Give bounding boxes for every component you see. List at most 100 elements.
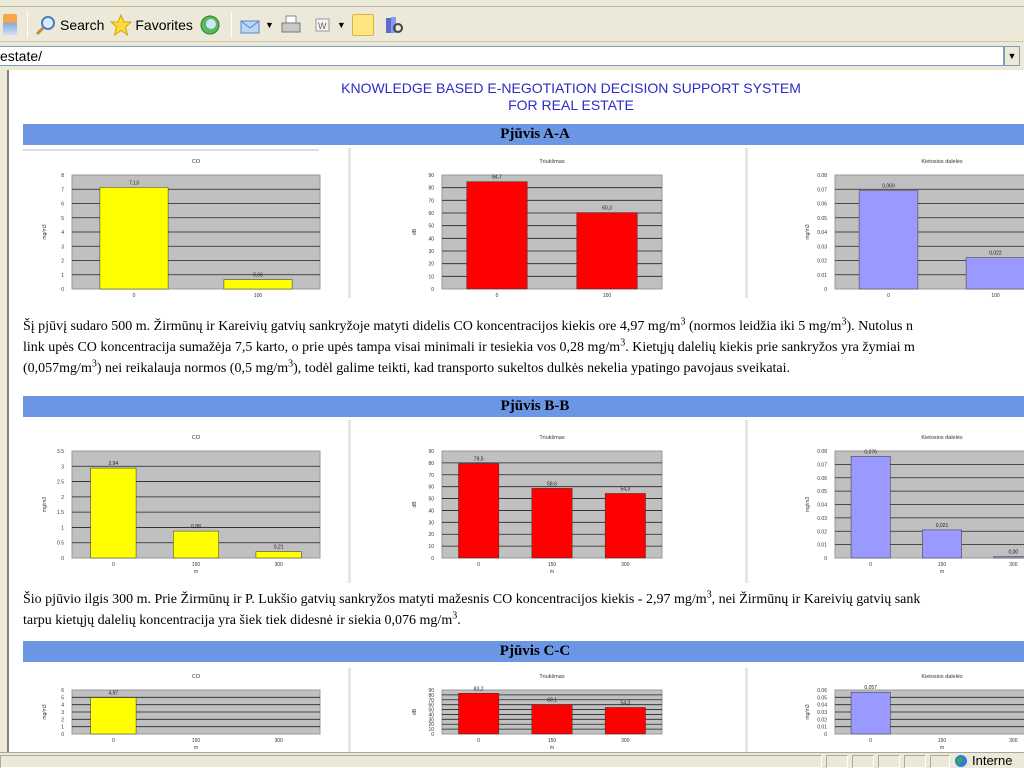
x-tick-label: 100 (991, 293, 1000, 298)
bar-chart: Kietosios dalelės00.010.020.030.040.050.… (805, 674, 1024, 751)
svg-text:W: W (318, 21, 327, 31)
y-tick-label: 10 (428, 274, 434, 280)
y-tick-label: 0.05 (817, 216, 827, 222)
chart-title: Triukšmas (539, 159, 564, 165)
y-tick-label: 0 (824, 556, 827, 562)
chart-panel: CO 0 1 2 3 4 5 6 mg/m3 0 4,97 150 300 m (23, 668, 347, 752)
print-button[interactable] (277, 10, 308, 40)
status-text-pane (0, 755, 822, 768)
y-tick-label: 80 (428, 186, 434, 192)
x-tick-label: 100 (254, 293, 263, 298)
data-label: 4,97 (108, 691, 118, 697)
favorites-button[interactable]: Favorites (107, 10, 196, 40)
y-tick-label: 0.02 (817, 717, 827, 723)
y-tick-label: 0.04 (817, 503, 827, 509)
y-tick-label: 10 (428, 544, 434, 550)
bar (850, 691, 891, 735)
frame-border (7, 70, 9, 752)
y-tick-label: 2.5 (57, 480, 64, 486)
menu-bar (0, 0, 1024, 7)
y-tick-label: 0 (61, 732, 64, 738)
search-button[interactable]: Search (32, 10, 107, 40)
bar-chart: CO 0 0.5 1 1.5 2 2.5 3 3.5 mg/m3 0 2,94 150 0,88 300 0,… (42, 435, 321, 575)
edit-button[interactable]: W ▼ (308, 10, 349, 40)
address-bar: estate/ ▼ (0, 44, 1024, 68)
y-tick-label: 4 (61, 230, 64, 236)
chart-panel: Triukšmas 0 10 20 30 40 50 60 70 80 90 dB 0 84,7 100 60… (352, 148, 744, 298)
address-input[interactable]: estate/ (0, 46, 1004, 66)
note-icon (351, 13, 374, 36)
text-segment: ), todėl galime teikti, kad transporto s… (293, 361, 791, 376)
y-tick-label: 0 (431, 287, 434, 293)
x-tick-label: 300 (621, 562, 630, 568)
chevron-down-icon[interactable]: ▼ (265, 20, 274, 30)
data-label: 0,069 (882, 184, 895, 190)
bar-chart: CO0123456mg/m304,97150 300m (42, 674, 321, 751)
y-tick-label: 8 (61, 173, 64, 179)
y-tick-label: 40 (428, 236, 434, 242)
x-tick-label: 150 (548, 738, 557, 744)
chart-panel: Kietosios dalelės 0 0.01 0.02 0.03 0.04 0.05 0.… (749, 420, 1024, 583)
page-title-line1: KNOWLEDGE BASED E-NEGOTIATION DECISION S… (341, 80, 801, 96)
paragraph-line: tarpu kietųjų dalelių koncentracija yra … (23, 610, 920, 631)
y-tick-label: 0.07 (817, 187, 827, 193)
data-label: 60,3 (602, 206, 612, 212)
bar-chart: Kietosios dalelės00.010.020.030.040.050.… (805, 159, 1024, 298)
mail-button[interactable]: ▼ (236, 10, 277, 40)
toolbar-separator (27, 11, 28, 38)
data-label: 7,13 (129, 180, 139, 186)
section-heading-text: Pjūvis B-B (500, 398, 570, 414)
section-paragraph-a-a: Šį pjūvį sudaro 500 m. Žirmūnų ir Kareiv… (23, 316, 915, 379)
data-label: 0,21 (274, 545, 284, 551)
bar (458, 693, 500, 735)
y-tick-label: 0.06 (817, 688, 827, 694)
toolbar: Search Favorites ▼ W ▼ (0, 8, 1024, 42)
y-axis-label: mg/m3 (42, 497, 48, 513)
bar-chart: CO012345678mg/m307,131000,66m (23, 149, 321, 298)
x-tick-label: 0 (887, 293, 890, 298)
chevron-down-icon[interactable]: ▼ (337, 20, 346, 30)
search-label: Search (60, 16, 105, 33)
chart-panel: Kietosios dalelės 0 0.01 0.02 0.03 0.04 0.05 0.… (749, 148, 1024, 298)
y-tick-label: 0.08 (817, 449, 827, 455)
data-label: 0,88 (191, 524, 201, 530)
data-label: 0,021 (936, 523, 949, 529)
chart-title: Kietosios dalelės (921, 435, 963, 441)
chart-panel: CO012345678mg/m307,131000,66m (23, 148, 347, 298)
y-tick-label: 90 (428, 173, 434, 179)
text-segment: , nei Žirmūnų ir Kareivių gatvių sank (711, 592, 921, 607)
y-tick-label: 0.05 (817, 695, 827, 701)
bar (604, 707, 646, 735)
text-segment: link upės CO koncentracija sumažėja 7,5 … (23, 340, 621, 355)
x-tick-label: 150 (192, 562, 201, 568)
chart-title: CO (192, 159, 201, 165)
x-tick-label: 300 (274, 738, 283, 744)
text-segment: Šio pjūvio ilgis 300 m. Prie Žirmūnų ir … (23, 592, 707, 607)
address-dropdown-button[interactable]: ▼ (1004, 46, 1020, 66)
home-button[interactable] (0, 10, 23, 40)
page-title-line2: FOR REAL ESTATE (508, 97, 634, 113)
history-button[interactable] (196, 10, 227, 40)
bar (90, 697, 137, 735)
y-tick-label: 3 (61, 464, 64, 470)
y-tick-label: 90 (428, 688, 434, 694)
status-bar: Interne (0, 752, 1024, 768)
research-button[interactable] (380, 10, 411, 40)
bar-chart: Triukšmas 0 10 20 30 40 50 60 70 80 90 dB 0 84,7 100 60… (412, 159, 663, 298)
bar-chart: Triukšmas 0 10 20 30 40 50 60 70 80 90 dB 0 79,5 150 58… (412, 435, 663, 575)
y-axis-label: mg/m3 (42, 704, 48, 720)
status-pane (878, 755, 900, 768)
paragraph-line: link upės CO koncentracija sumažėja 7,5 … (23, 337, 915, 358)
bar (858, 190, 919, 290)
data-label: 0,66 (253, 273, 263, 279)
y-tick-label: 5 (61, 216, 64, 222)
y-tick-label: 1 (61, 525, 64, 531)
y-tick-label: 5 (61, 695, 64, 701)
x-tick-label: 300 (1009, 738, 1018, 744)
bar (173, 530, 219, 559)
data-label: 83,2 (474, 686, 484, 692)
paragraph-line: (0,057mg/m3) nei reikalauja normos (0,5 … (23, 358, 915, 379)
bar (90, 467, 137, 559)
discuss-button[interactable] (349, 10, 380, 40)
x-axis-label: m (940, 745, 944, 751)
